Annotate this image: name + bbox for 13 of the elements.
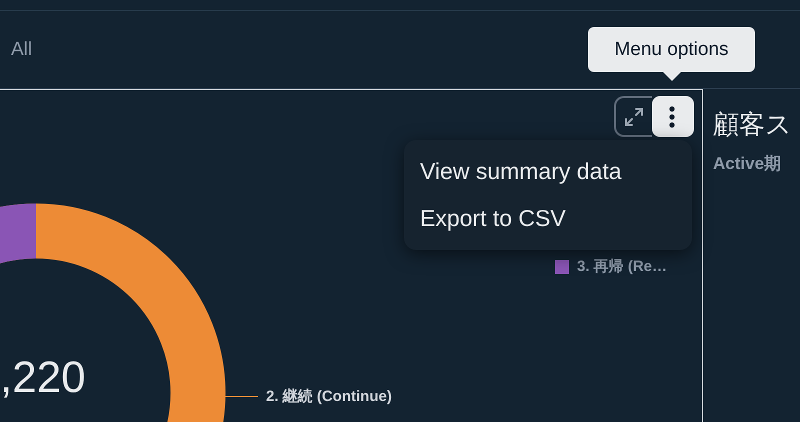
expand-icon	[623, 106, 645, 128]
total-value: ,220	[0, 352, 86, 404]
slice-label: 2. 継続 (Continue)	[266, 387, 392, 406]
tooltip: Menu options	[588, 27, 755, 81]
menu-item[interactable]: View summary data	[404, 148, 692, 195]
expand-button[interactable]	[614, 96, 652, 137]
menu-item[interactable]: Export to CSV	[404, 195, 692, 242]
legend-label: 3. 再帰 (Re…	[577, 257, 668, 276]
panel-subtitle: Active期	[713, 153, 782, 175]
more-vertical-icon	[669, 106, 675, 128]
menu-button[interactable]	[652, 96, 694, 137]
tab[interactable]: All	[6, 36, 38, 62]
panel-title: 顧客ス	[713, 108, 792, 141]
